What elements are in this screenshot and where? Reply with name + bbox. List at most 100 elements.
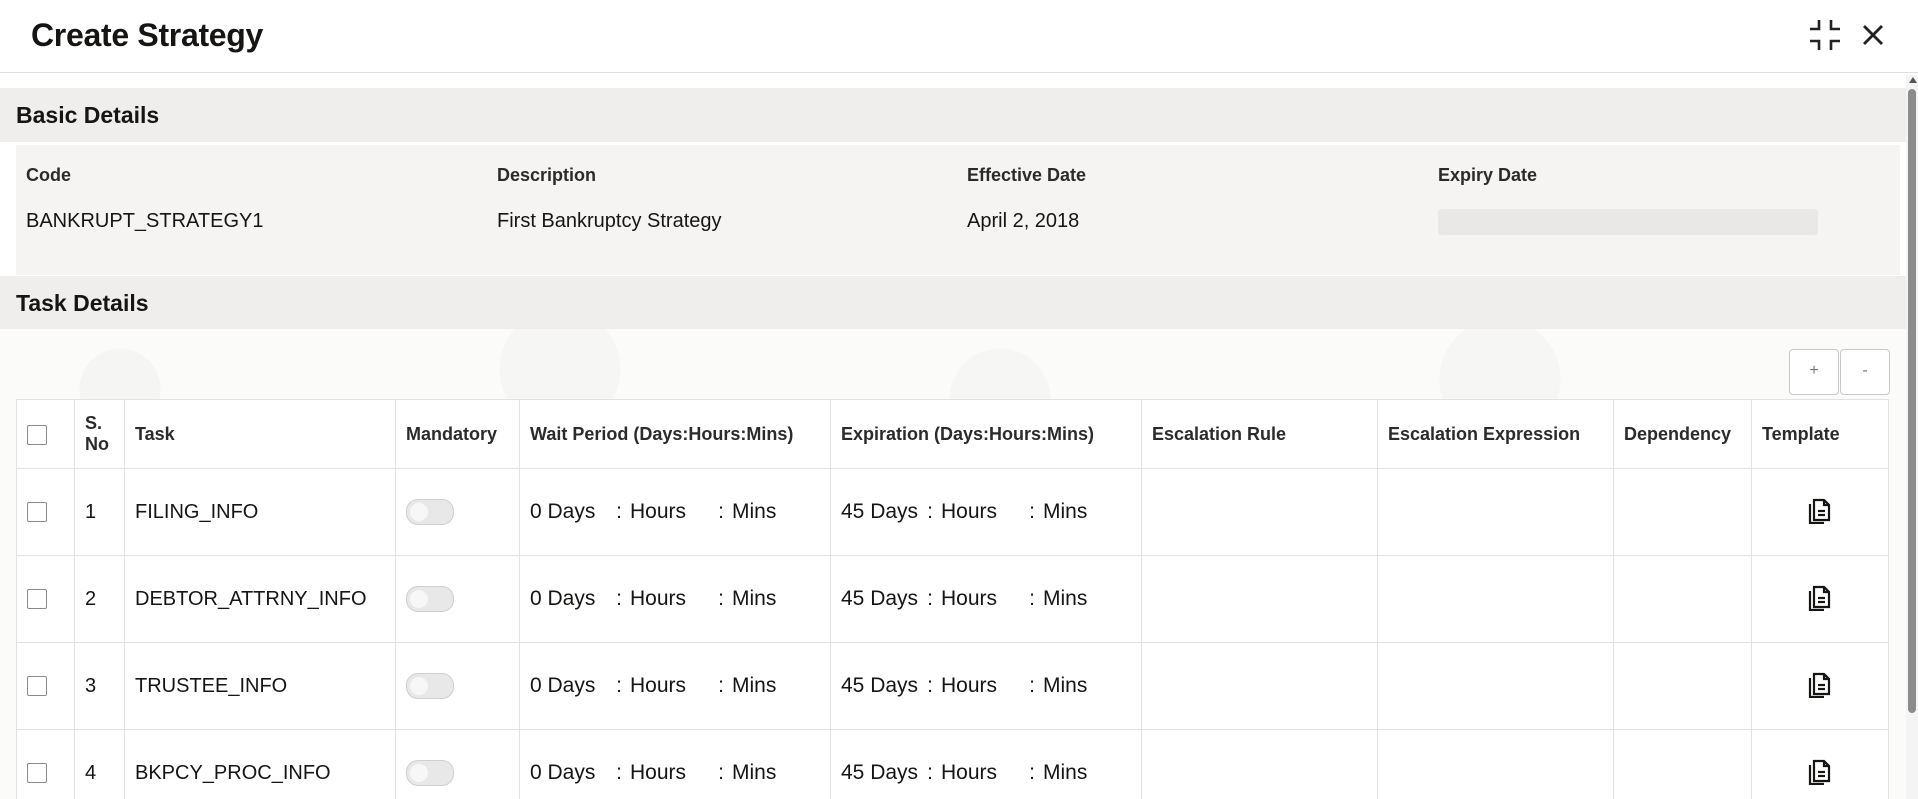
dependency-cell xyxy=(1613,555,1752,643)
separator: : xyxy=(927,674,933,697)
exp-hours[interactable]: Hours xyxy=(941,761,1021,785)
escalation-rule-cell xyxy=(1141,729,1378,799)
exp-mins[interactable]: Mins xyxy=(1043,500,1087,524)
wait-mins[interactable]: Mins xyxy=(732,587,776,611)
wait-period-cell: 0 Days: Hours: Mins xyxy=(519,642,831,730)
exp-hours[interactable]: Hours xyxy=(941,674,1021,698)
scrollbar-thumb[interactable] xyxy=(1908,89,1916,713)
sno-cell: 1 xyxy=(74,468,125,556)
mandatory-toggle[interactable] xyxy=(406,760,454,786)
separator: : xyxy=(616,500,622,523)
row-checkbox[interactable] xyxy=(27,676,47,697)
document-icon[interactable] xyxy=(1806,668,1834,698)
exp-mins[interactable]: Mins xyxy=(1043,587,1087,611)
col-task: Task xyxy=(124,399,396,469)
expiry-date-input[interactable] xyxy=(1438,209,1818,235)
document-icon[interactable] xyxy=(1806,755,1834,785)
dependency-cell xyxy=(1613,468,1752,556)
row-checkbox[interactable] xyxy=(27,502,47,523)
sno-cell: 2 xyxy=(74,555,125,643)
escalation-expression-cell xyxy=(1377,729,1614,799)
col-dependency: Dependency xyxy=(1613,399,1752,469)
wait-hours[interactable]: Hours xyxy=(630,500,710,524)
mandatory-toggle[interactable] xyxy=(406,673,454,699)
basic-details-panel: Code BANKRUPT_STRATEGY1 Description Firs… xyxy=(16,145,1900,275)
separator: : xyxy=(718,761,724,784)
wait-days[interactable]: 0 Days xyxy=(530,500,608,524)
wait-hours[interactable]: Hours xyxy=(630,761,710,785)
exp-days[interactable]: 45 Days xyxy=(841,674,919,698)
expiry-date-label: Expiry Date xyxy=(1438,165,1538,185)
collapse-icon[interactable] xyxy=(1807,17,1843,53)
task-table: S. No Task Mandatory Wait Period (Days:H… xyxy=(16,399,1889,799)
wait-mins[interactable]: Mins xyxy=(732,500,776,524)
wait-days[interactable]: 0 Days xyxy=(530,761,608,785)
effective-date-value: April 2, 2018 xyxy=(967,210,1080,232)
row-checkbox[interactable] xyxy=(27,589,47,610)
dependency-cell xyxy=(1613,729,1752,799)
separator: : xyxy=(927,500,933,523)
col-template: Template xyxy=(1751,399,1889,469)
row-select-cell xyxy=(16,468,75,556)
separator: : xyxy=(616,674,622,697)
add-row-button[interactable]: + xyxy=(1789,349,1839,395)
mandatory-cell xyxy=(395,468,520,556)
table-row: 3 TRUSTEE_INFO 0 Days: Hours: Mins 45 Days… xyxy=(16,642,1889,730)
task-details-panel: + - S. No Task Mandatory Wait Period (Da… xyxy=(0,329,1906,799)
table-row: 1 FILING_INFO 0 Days: Hours: Mins 45 Days:… xyxy=(16,468,1889,556)
separator: : xyxy=(927,761,933,784)
row-checkbox[interactable] xyxy=(27,763,47,784)
col-mandatory: Mandatory xyxy=(395,399,520,469)
select-all-cell xyxy=(16,399,75,469)
document-icon[interactable] xyxy=(1806,494,1834,524)
template-cell xyxy=(1751,555,1889,643)
dialog-header: Create Strategy xyxy=(0,0,1918,73)
wait-hours[interactable]: Hours xyxy=(630,674,710,698)
separator: : xyxy=(718,500,724,523)
wait-hours[interactable]: Hours xyxy=(630,587,710,611)
separator: : xyxy=(718,674,724,697)
vertical-scrollbar[interactable] xyxy=(1906,75,1918,799)
escalation-expression-cell xyxy=(1377,555,1614,643)
wait-period-cell: 0 Days: Hours: Mins xyxy=(519,468,831,556)
col-wait-period: Wait Period (Days:Hours:Mins) xyxy=(519,399,831,469)
wait-days[interactable]: 0 Days xyxy=(530,587,608,611)
exp-mins[interactable]: Mins xyxy=(1043,761,1087,785)
sno-cell: 4 xyxy=(74,729,125,799)
col-escalation-expression: Escalation Expression xyxy=(1377,399,1614,469)
separator: : xyxy=(1029,500,1035,523)
document-icon[interactable] xyxy=(1806,581,1834,611)
separator: : xyxy=(1029,674,1035,697)
task-cell: DEBTOR_ATTRNY_INFO xyxy=(124,555,396,643)
mandatory-cell xyxy=(395,642,520,730)
scroll-up-arrow-icon[interactable] xyxy=(1909,77,1917,83)
sno-cell: 3 xyxy=(74,642,125,730)
row-select-cell xyxy=(16,555,75,643)
task-cell: BKPCY_PROC_INFO xyxy=(124,729,396,799)
wait-period-cell: 0 Days: Hours: Mins xyxy=(519,555,831,643)
mandatory-toggle[interactable] xyxy=(406,586,454,612)
task-details-heading: Task Details xyxy=(0,276,1906,330)
task-cell: FILING_INFO xyxy=(124,468,396,556)
wait-period-cell: 0 Days: Hours: Mins xyxy=(519,729,831,799)
table-header-row: S. No Task Mandatory Wait Period (Days:H… xyxy=(16,399,1889,469)
exp-hours[interactable]: Hours xyxy=(941,587,1021,611)
wait-days[interactable]: 0 Days xyxy=(530,674,608,698)
row-select-cell xyxy=(16,729,75,799)
template-cell xyxy=(1751,468,1889,556)
exp-mins[interactable]: Mins xyxy=(1043,674,1087,698)
template-cell xyxy=(1751,642,1889,730)
exp-days[interactable]: 45 Days xyxy=(841,587,919,611)
basic-details-heading: Basic Details xyxy=(0,88,1906,142)
exp-hours[interactable]: Hours xyxy=(941,500,1021,524)
col-expiration: Expiration (Days:Hours:Mins) xyxy=(830,399,1142,469)
exp-days[interactable]: 45 Days xyxy=(841,500,919,524)
mandatory-toggle[interactable] xyxy=(406,499,454,525)
exp-days[interactable]: 45 Days xyxy=(841,761,919,785)
wait-mins[interactable]: Mins xyxy=(732,674,776,698)
remove-row-button[interactable]: - xyxy=(1840,349,1890,395)
wait-mins[interactable]: Mins xyxy=(732,761,776,785)
close-icon[interactable] xyxy=(1855,17,1891,53)
select-all-checkbox[interactable] xyxy=(27,424,47,445)
escalation-rule-cell xyxy=(1141,555,1378,643)
